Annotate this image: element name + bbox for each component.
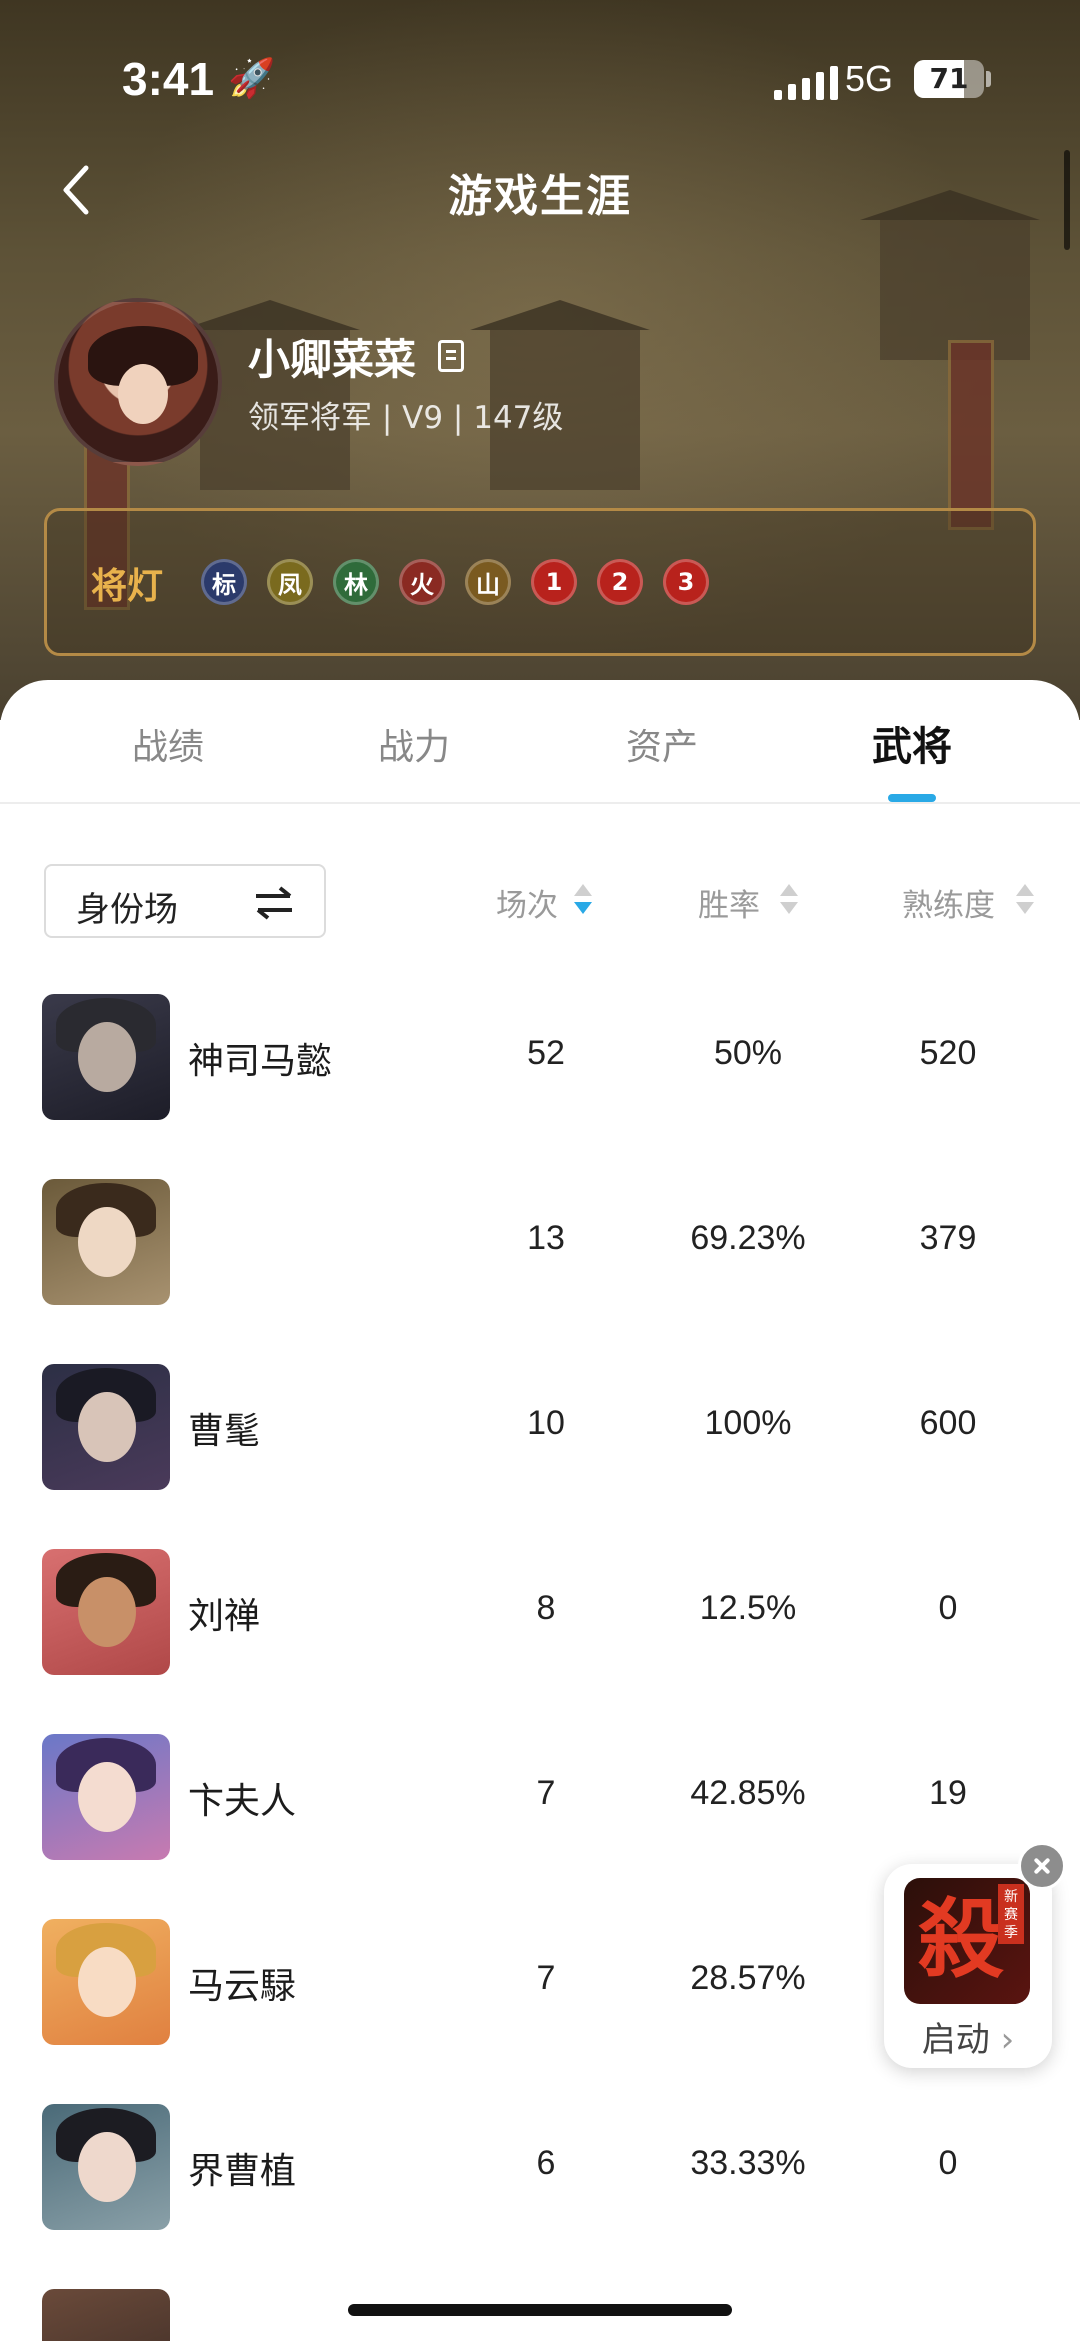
lamp-icon[interactable]: 2 [597, 559, 643, 605]
table-row[interactable]: 界曹植 6 33.33% 0 [0, 2104, 1080, 2230]
game-logo-tag: 新赛季 [998, 1884, 1024, 1944]
table-row[interactable]: 卞夫人 7 42.85% 19 [0, 1734, 1080, 1860]
column-winrate[interactable]: 胜率 [698, 880, 760, 925]
tab-bar: 战绩 战力 资产 武将 [0, 680, 1080, 804]
column-mastery[interactable]: 熟练度 [902, 880, 995, 925]
chevron-right-icon: › [1000, 2020, 1015, 2060]
tab-record[interactable]: 战绩 [88, 718, 248, 770]
user-rank-line: 领军将军 | V9 | 147级 [248, 400, 564, 436]
table-row[interactable]: 13 69.23% 379 [0, 1179, 1080, 1305]
lamp-icon[interactable]: 1 [531, 559, 577, 605]
game-logo: 殺 新赛季 [904, 1878, 1030, 2004]
hero-portrait [42, 994, 170, 1120]
lamp-icon[interactable]: 火 [399, 559, 445, 605]
table-row[interactable]: 曹髦 10 100% 600 [0, 1364, 1080, 1490]
general-lamps-panel: 将灯 标凤林火山123 [44, 508, 1036, 656]
background-building [880, 220, 1030, 360]
column-games[interactable]: 场次 [496, 880, 558, 925]
hero-portrait [42, 2104, 170, 2230]
hero-portrait [42, 1734, 170, 1860]
hero-mastery: 19 [929, 1774, 967, 1812]
tab-power[interactable]: 战力 [334, 718, 494, 770]
background-banner [948, 340, 994, 530]
avatar-face [118, 364, 168, 424]
lamp-icon[interactable]: 山 [465, 559, 511, 605]
sort-games-icon[interactable] [574, 882, 592, 920]
launch-label: 启动 [921, 2020, 990, 2060]
hero-winrate: 33.33% [690, 2144, 806, 2182]
hero-name: 马云騄 [188, 1966, 297, 2007]
hero-name: 卞夫人 [188, 1781, 297, 1822]
page-title: 游戏生涯 [448, 171, 632, 222]
hero-portrait [42, 1179, 170, 1305]
launch-button[interactable]: 启动 › [884, 2012, 1052, 2061]
hero-games: 7 [536, 1959, 556, 1997]
lamps-row: 标凤林火山123 [201, 559, 1080, 685]
hero-winrate: 100% [704, 1404, 792, 1442]
hero-games: 10 [527, 1404, 565, 1442]
hero-name: 界曹植 [188, 2151, 297, 2192]
signal-icon [774, 66, 838, 100]
hero-winrate: 28.57% [690, 1959, 806, 1997]
lamp-icon[interactable]: 标 [201, 559, 247, 605]
battery-tip [986, 71, 991, 87]
mode-filter-label: 身份场 [76, 890, 178, 930]
hero-games: 13 [527, 1219, 565, 1257]
hero-mastery: 520 [919, 1034, 977, 1072]
lamp-icon[interactable]: 林 [333, 559, 379, 605]
hero-name: 刘禅 [188, 1596, 261, 1637]
status-bar: 3:41 🚀 5G 71 [0, 52, 1080, 112]
tab-indicator [888, 794, 936, 802]
username: 小卿菜菜 [248, 335, 417, 384]
hero-winrate: 69.23% [690, 1219, 806, 1257]
mode-filter-button[interactable]: 身份场 [44, 864, 326, 938]
game-logo-glyph: 殺 [918, 1890, 1004, 1990]
content-sheet: 战绩 战力 资产 武将 身份场 场次 胜率 熟练度 神司马懿 52 50% 52… [0, 680, 1080, 2341]
hero-mastery: 0 [938, 1589, 958, 1627]
hero-games: 6 [536, 2144, 556, 2182]
rocket-icon: 🚀 [228, 56, 276, 100]
scrollbar[interactable] [1064, 150, 1070, 250]
lamps-label: 将灯 [91, 566, 164, 607]
hero-mastery: 0 [938, 2144, 958, 2182]
hero-portrait [42, 1549, 170, 1675]
status-time: 3:41 [122, 53, 215, 105]
hero-games: 52 [527, 1034, 565, 1072]
hero-games: 7 [536, 1774, 556, 1812]
hero-winrate: 50% [713, 1034, 783, 1072]
lamp-icon[interactable]: 3 [663, 559, 709, 605]
swap-icon [256, 886, 292, 920]
edit-icon[interactable] [438, 340, 464, 372]
battery-level: 71 [929, 62, 969, 95]
hero-winrate: 12.5% [699, 1589, 797, 1627]
sort-winrate-icon[interactable] [780, 882, 798, 920]
avatar[interactable] [54, 298, 222, 466]
lamp-icon[interactable]: 凤 [267, 559, 313, 605]
hero-games: 8 [536, 1589, 556, 1627]
hero-portrait [42, 1364, 170, 1490]
hero-winrate: 42.85% [690, 1774, 806, 1812]
hero-mastery: 600 [919, 1404, 977, 1442]
hero-name: 曹髦 [188, 1411, 261, 1452]
background-roof [470, 300, 650, 330]
floating-game-ad[interactable]: 殺 新赛季 启动 › [884, 1864, 1052, 2068]
table-row[interactable]: 刘禅 8 12.5% 0 [0, 1549, 1080, 1675]
tab-assets[interactable]: 资产 [582, 718, 742, 770]
close-icon[interactable] [1018, 1842, 1066, 1890]
home-indicator [348, 2304, 732, 2316]
tab-generals[interactable]: 武将 [832, 714, 992, 772]
network-type: 5G [845, 58, 894, 99]
sort-mastery-icon[interactable] [1016, 882, 1034, 920]
hero-portrait [42, 2289, 170, 2341]
hero-mastery: 379 [919, 1219, 977, 1257]
hero-portrait [42, 1919, 170, 2045]
battery-icon: 71 [914, 60, 984, 98]
table-row[interactable]: 神司马懿 52 50% 520 [0, 994, 1080, 1120]
hero-name: 神司马懿 [188, 1041, 333, 1082]
